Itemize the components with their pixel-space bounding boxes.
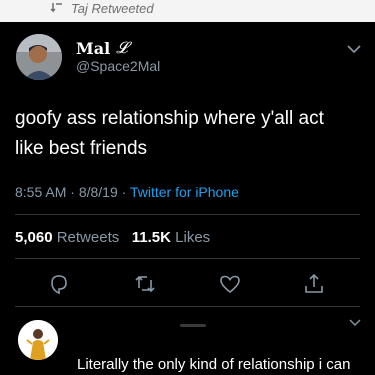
likes-label: Likes [175,229,211,246]
retweets-stat[interactable]: 5,060 Retweets [15,229,123,246]
meta-separator-2: · [121,184,127,200]
tweet-meta: 8:55 AM · 8/8/19 · Twitter for iPhone [15,184,239,200]
decorative-mark [180,324,206,327]
tweet-stats: 5,060 Retweets 11.5K Likes [15,229,210,246]
retweets-count: 5,060 [15,229,53,246]
retweet-icon [135,275,155,293]
share-icon [305,273,323,293]
tweet-text-line-1: goofy ass relationship where y'all act [15,108,324,129]
reply-text: Literally the only kind of relationship … [77,356,351,373]
display-name-text: Mal [76,38,111,58]
user-handle[interactable]: @Space2Mal [76,58,160,74]
display-name[interactable]: Mal 𝓛 [76,38,128,58]
like-button[interactable] [218,272,242,296]
likes-count: 11.5K [131,229,171,246]
like-icon [220,275,240,294]
divider-middle [15,258,360,259]
reply-icon [51,275,67,295]
tweet-client-link[interactable]: Twitter for iPhone [130,184,239,200]
retweets-label: Retweets [56,229,120,246]
chevron-down-icon[interactable] [347,44,361,54]
share-button[interactable] [302,272,326,296]
retweet-button[interactable] [133,272,157,296]
divider-bottom [15,306,360,307]
retweeted-banner: Taj Retweeted [50,0,154,16]
likes-stat[interactable]: 11.5K Likes [132,229,210,246]
tweet-text-line-2: like best friends [15,138,148,159]
divider-top [15,214,360,215]
meta-separator-1: · [70,184,75,200]
retweet-small-icon [50,3,62,13]
tweet-actions [0,272,375,296]
reply-avatar-image [18,320,58,360]
avatar[interactable] [16,34,62,80]
reply-avatar[interactable] [18,320,58,360]
reply-button[interactable] [47,272,71,296]
avatar-image [16,34,62,80]
tweet-time: 8:55 AM [15,184,67,200]
reply-chevron-down-icon[interactable] [349,318,361,327]
display-name-emoji: 𝓛 [116,38,128,57]
tweet-date: 8/8/19 [78,184,118,200]
tweet-text: goofy ass relationship where y'all act l… [15,104,365,164]
retweeted-text: Taj Retweeted [71,0,154,16]
